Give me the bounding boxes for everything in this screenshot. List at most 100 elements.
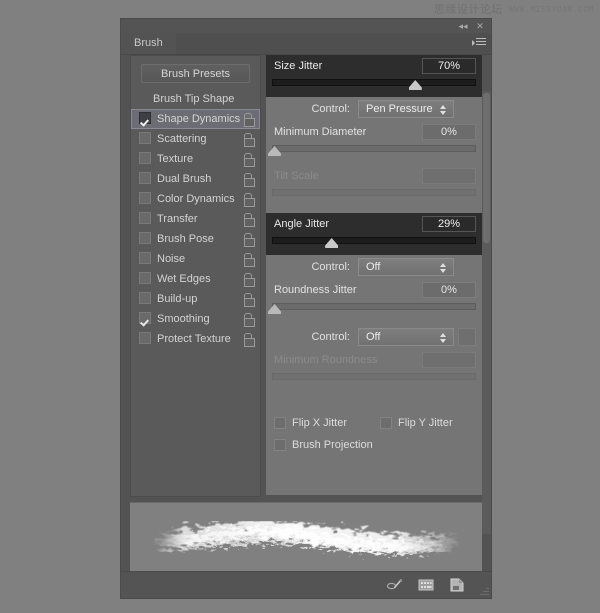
- watermark: 思缘设计论坛 WWW.MISSYUAN.COM: [434, 1, 594, 17]
- slider-track[interactable]: [272, 79, 476, 86]
- sidebar-item-color-dynamics[interactable]: Color Dynamics: [131, 189, 260, 209]
- sidebar-item-smoothing[interactable]: Smoothing: [131, 309, 260, 329]
- sidebar-item-label: Texture: [157, 153, 193, 165]
- angle-jitter-slider[interactable]: [272, 235, 476, 251]
- checkbox-icon[interactable]: [139, 232, 151, 244]
- padlock-open-icon[interactable]: [243, 313, 254, 325]
- minimum-diameter-slider[interactable]: [272, 143, 476, 159]
- slider-track: [272, 189, 476, 196]
- padlock-open-icon[interactable]: [243, 253, 254, 265]
- collapse-icon[interactable]: ◂◂: [457, 21, 469, 32]
- sidebar-item-build-up[interactable]: Build-up: [131, 289, 260, 309]
- slider-track[interactable]: [272, 237, 476, 244]
- minimum-roundness-row: Minimum Roundness: [266, 349, 482, 371]
- sidebar-item-transfer[interactable]: Transfer: [131, 209, 260, 229]
- checkbox-icon[interactable]: [139, 292, 151, 304]
- size-jitter-row: Size Jitter 70%: [266, 55, 482, 77]
- roundness-jitter-row: Roundness Jitter 0%: [266, 279, 482, 301]
- sidebar-item-label: Noise: [157, 253, 185, 265]
- padlock-open-icon[interactable]: [243, 333, 254, 345]
- slider-track: [272, 373, 476, 380]
- padlock-open-icon[interactable]: [243, 133, 254, 145]
- padlock-open-icon[interactable]: [243, 273, 254, 285]
- minimum-roundness-label: Minimum Roundness: [274, 349, 377, 371]
- checkbox-icon[interactable]: [139, 172, 151, 184]
- roundness-control-stub: [458, 328, 476, 346]
- brush-presets-button[interactable]: Brush Presets: [141, 64, 250, 83]
- close-icon[interactable]: ✕: [474, 21, 486, 32]
- sidebar-item-label: Dual Brush: [157, 173, 211, 185]
- new-brush-preset-icon[interactable]: [448, 577, 466, 593]
- chevron-updown-icon: [440, 263, 447, 273]
- panel-scrollbar[interactable]: [482, 91, 491, 534]
- checkbox-icon[interactable]: [139, 332, 151, 344]
- minimum-roundness-value: [422, 352, 476, 368]
- flip-y-jitter-checkbox[interactable]: [380, 417, 392, 429]
- roundness-jitter-slider[interactable]: [272, 301, 476, 317]
- panel-menu-icon[interactable]: [472, 38, 486, 49]
- angle-jitter-value[interactable]: 29%: [422, 216, 476, 232]
- brush-option-list: Shape Dynamics Scattering Texture Dual B…: [131, 109, 260, 349]
- checkbox-icon[interactable]: [139, 312, 151, 324]
- sidebar-item-shape-dynamics[interactable]: Shape Dynamics: [131, 109, 260, 129]
- size-control-select[interactable]: Pen Pressure: [358, 100, 454, 118]
- watermark-url-text: WWW.MISSYUAN.COM: [509, 5, 594, 14]
- checkbox-icon[interactable]: [139, 112, 151, 124]
- flip-y-jitter-label: Flip Y Jitter: [398, 413, 453, 434]
- sidebar-item-protect-texture[interactable]: Protect Texture: [131, 329, 260, 349]
- brush-projection-row: Brush Projection: [266, 435, 482, 457]
- sidebar-item-texture[interactable]: Texture: [131, 149, 260, 169]
- panel-bottom-toolbar: [121, 571, 491, 598]
- panel-body: Brush Presets Brush Tip Shape Shape Dyna…: [121, 55, 491, 498]
- brush-options-sidebar: Brush Presets Brush Tip Shape Shape Dyna…: [130, 55, 261, 497]
- angle-control-label: Control:: [290, 255, 350, 279]
- size-jitter-value[interactable]: 70%: [422, 58, 476, 74]
- flip-x-jitter-checkbox[interactable]: [274, 417, 286, 429]
- checkbox-icon[interactable]: [139, 252, 151, 264]
- sidebar-item-dual-brush[interactable]: Dual Brush: [131, 169, 260, 189]
- sidebar-item-label: Protect Texture: [157, 333, 231, 345]
- scrollbar-thumb[interactable]: [483, 93, 490, 243]
- padlock-open-icon[interactable]: [243, 153, 254, 165]
- size-jitter-slider[interactable]: [272, 77, 476, 93]
- slider-track[interactable]: [272, 303, 476, 310]
- tilt-scale-slider: [272, 187, 476, 203]
- slider-track[interactable]: [272, 145, 476, 152]
- padlock-open-icon[interactable]: [243, 213, 254, 225]
- padlock-open-icon[interactable]: [243, 233, 254, 245]
- sidebar-item-noise[interactable]: Noise: [131, 249, 260, 269]
- checkbox-icon[interactable]: [139, 132, 151, 144]
- presets-button-wrap: Brush Presets: [131, 56, 260, 89]
- padlock-open-icon[interactable]: [243, 113, 254, 125]
- roundness-jitter-label: Roundness Jitter: [274, 279, 357, 301]
- tab-brush[interactable]: Brush: [121, 33, 176, 54]
- brush-projection-checkbox[interactable]: [274, 439, 286, 451]
- checkbox-icon[interactable]: [139, 272, 151, 284]
- sidebar-item-scattering[interactable]: Scattering: [131, 129, 260, 149]
- tilt-scale-value: [422, 168, 476, 184]
- roundness-control-select[interactable]: Off: [358, 328, 454, 346]
- padlock-open-icon[interactable]: [243, 173, 254, 185]
- flip-jitter-row: Flip X Jitter Flip Y Jitter: [266, 413, 482, 435]
- sidebar-item-label: Wet Edges: [157, 273, 211, 285]
- resize-grip-icon[interactable]: [479, 586, 489, 596]
- minimum-diameter-row: Minimum Diameter 0%: [266, 121, 482, 143]
- tilt-scale-label: Tilt Scale: [274, 165, 319, 187]
- sidebar-item-brush-pose[interactable]: Brush Pose: [131, 229, 260, 249]
- checkbox-icon[interactable]: [139, 192, 151, 204]
- angle-jitter-row: Angle Jitter 29%: [266, 213, 482, 235]
- checkbox-icon[interactable]: [139, 212, 151, 224]
- toggle-airbrush-icon[interactable]: [386, 577, 404, 593]
- size-control-label: Control:: [290, 97, 350, 121]
- roundness-jitter-value[interactable]: 0%: [422, 282, 476, 298]
- brush-panel-grid-icon[interactable]: [417, 577, 435, 593]
- sidebar-item-label: Smoothing: [157, 313, 210, 325]
- checkbox-icon[interactable]: [139, 152, 151, 164]
- angle-control-select[interactable]: Off: [358, 258, 454, 276]
- brush-tip-shape-header[interactable]: Brush Tip Shape: [131, 89, 260, 109]
- minimum-diameter-value[interactable]: 0%: [422, 124, 476, 140]
- sidebar-item-wet-edges[interactable]: Wet Edges: [131, 269, 260, 289]
- padlock-open-icon[interactable]: [243, 293, 254, 305]
- padlock-open-icon[interactable]: [243, 193, 254, 205]
- roundness-control-row: Control: Off: [266, 325, 482, 349]
